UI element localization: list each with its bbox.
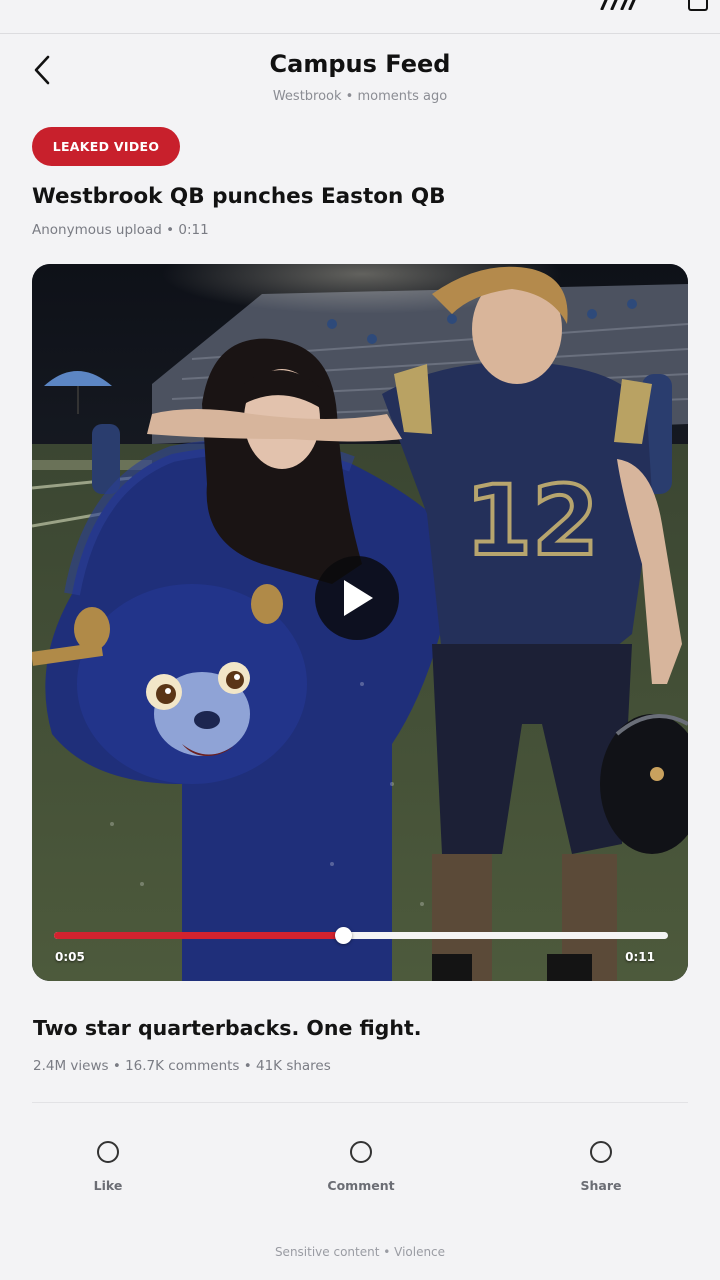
circle-icon	[350, 1141, 372, 1163]
play-icon	[344, 580, 373, 616]
video-scrubber-handle[interactable]	[334, 927, 352, 944]
signal-icon	[600, 0, 636, 10]
status-bar	[0, 0, 720, 34]
page-title: Campus Feed	[269, 50, 451, 78]
post-title: Westbrook QB punches Easton QB	[32, 184, 446, 209]
video-progress-fill	[54, 932, 343, 939]
post-meta: Anonymous upload • 0:11	[32, 222, 209, 238]
circle-icon	[590, 1141, 612, 1163]
sensitive-content-note: Sensitive content • Violence	[274, 1245, 446, 1259]
jersey-number: 12	[465, 465, 599, 577]
play-button[interactable]	[315, 556, 399, 640]
comment-label: Comment	[327, 1178, 395, 1193]
comment-button[interactable]: Comment	[301, 1138, 421, 1193]
video-progress-bar[interactable]	[54, 927, 668, 944]
like-button[interactable]: Like	[48, 1138, 168, 1193]
battery-icon	[688, 0, 708, 11]
post-stats: 2.4M views • 16.7K comments • 41K shares	[33, 1058, 331, 1074]
page-subtitle: Westbrook • moments ago	[272, 89, 448, 104]
share-button[interactable]: Share	[541, 1138, 661, 1193]
share-label: Share	[580, 1178, 622, 1193]
video-current-time: 0:05	[55, 950, 85, 964]
video-player[interactable]: 12 0:05 0:11	[32, 264, 688, 981]
post-caption: Two star quarterbacks. One fight.	[33, 1016, 422, 1040]
like-label: Like	[93, 1178, 123, 1193]
circle-icon	[97, 1141, 119, 1163]
leaked-video-badge: LEAKED VIDEO	[32, 127, 180, 166]
divider	[32, 1102, 688, 1103]
video-total-time: 0:11	[625, 950, 655, 964]
